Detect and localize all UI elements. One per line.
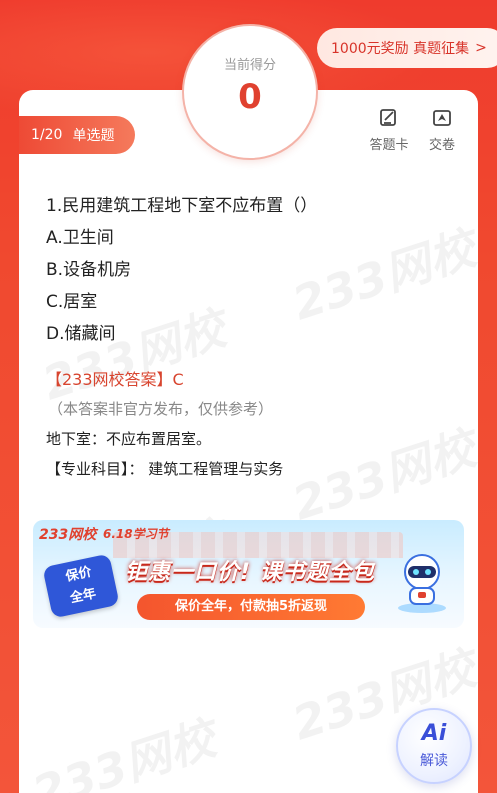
ai-logo-icon: Ai [421, 721, 447, 746]
banner-brand: 233网校 [39, 527, 97, 543]
question-type-tag: 1/20 单选题 [19, 116, 135, 154]
question-title: 1.民用建筑工程地下室不应布置（） [46, 196, 318, 216]
answer-label: 【233网校答案】C [46, 370, 184, 389]
banner-subline: 保价全年，付款抽5折返现 [137, 594, 365, 620]
edit-sheet-icon [380, 109, 396, 126]
submit-button[interactable]: 交卷 [418, 108, 466, 153]
award-label: 1000元奖励 真题征集 [331, 41, 470, 57]
answer-note: （本答案非官方发布，仅供参考） [48, 400, 274, 418]
question-type: 单选题 [72, 128, 115, 144]
question-progress: 1/20 [31, 127, 63, 143]
submit-label: 交卷 [428, 138, 455, 153]
robot-mascot-icon [398, 554, 446, 613]
ai-explain-label: 解读 [420, 753, 448, 769]
banner-badge: 保价 全年 [42, 553, 120, 619]
option-c[interactable]: C.居室 [46, 286, 466, 318]
subject-label: 【专业科目】： 建筑工程管理与实务 [46, 460, 284, 478]
question-content: 1.民用建筑工程地下室不应布置（） A.卫生间 B.设备机房 C.居室 D.储藏… [46, 190, 466, 484]
award-banner-link[interactable]: 1000元奖励 真题征集 > [317, 28, 497, 68]
option-a[interactable]: A.卫生间 [46, 222, 466, 254]
watermark: 233网校 [26, 711, 222, 793]
send-icon [433, 110, 451, 126]
option-b[interactable]: B.设备机房 [46, 254, 466, 286]
score-display: 当前得分 0 [182, 24, 318, 160]
promo-banner[interactable]: 233网校 6.18学习节 保价 全年 钜惠一口价! 课书题全包 保价全年，付款… [33, 520, 464, 628]
question-card: 233网校 233网校 233网校 233网校 233网校 233网校 1/20… [19, 90, 478, 793]
ai-explain-button[interactable]: Ai 解读 [396, 708, 472, 784]
answer-sheet-button[interactable]: 答题卡 [365, 108, 413, 153]
chevron-right-icon: > [475, 40, 487, 56]
score-label: 当前得分 [223, 58, 276, 73]
option-d[interactable]: D.储藏间 [46, 318, 466, 350]
score-value: 0 [238, 77, 262, 117]
banner-headline: 钜惠一口价! 课书题全包 [125, 560, 375, 585]
answer-sheet-label: 答题卡 [369, 138, 409, 153]
banner-festival: 6.18学习节 [103, 527, 169, 541]
answer-explanation: 地下室：不应布置居室。 [46, 430, 212, 448]
